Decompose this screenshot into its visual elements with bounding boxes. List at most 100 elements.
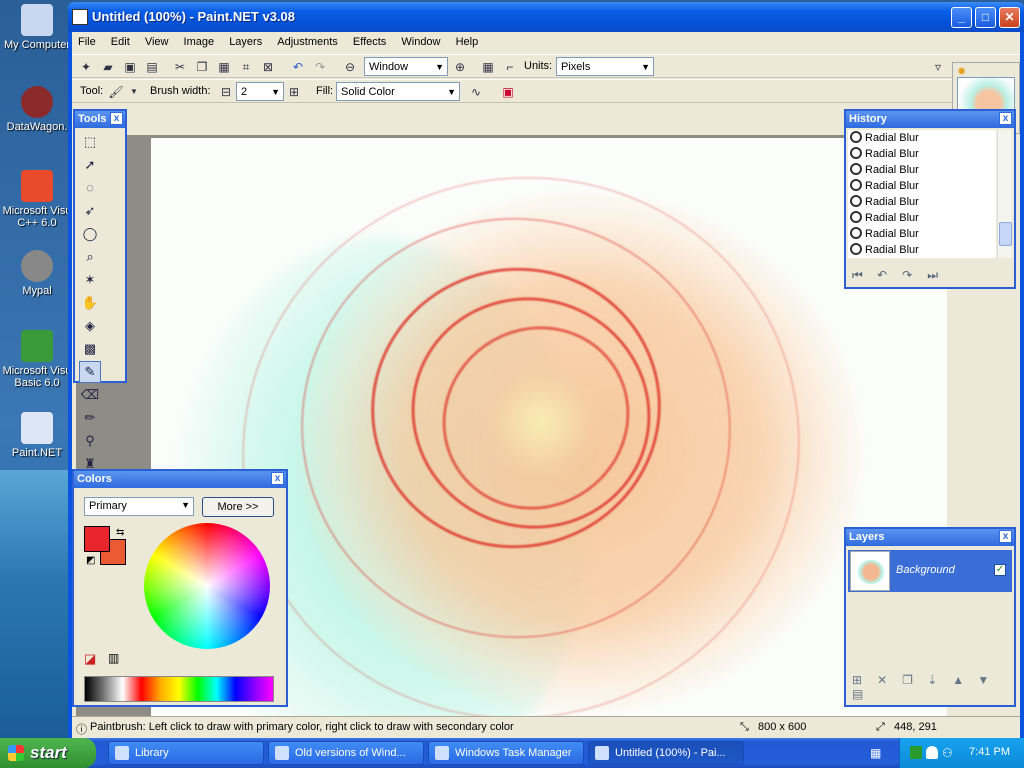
history-item[interactable]: Radial Blur [848, 146, 996, 162]
magic-wand-icon[interactable]: ✶ [79, 269, 101, 291]
close-icon[interactable]: x [110, 112, 123, 125]
desktop-icon-paintnet[interactable]: Paint.NET [2, 412, 72, 459]
move-selection-icon[interactable]: ➚ [79, 154, 101, 176]
lock-icon[interactable] [926, 746, 938, 759]
brush-width-decrease-button[interactable]: ⊟ [218, 84, 234, 100]
fill-combo[interactable]: Solid Color ▼ [336, 82, 460, 101]
scrollbar-thumb[interactable] [999, 222, 1012, 246]
ellipse-select-icon[interactable]: ◯ [79, 223, 101, 245]
color-mode-select[interactable]: Primary ▼ [84, 497, 194, 516]
brush-width-combo[interactable]: 2 ▼ [236, 82, 284, 101]
merge-layer-down-icon[interactable]: ⇣ [927, 673, 949, 687]
desktop-icon-vcpp[interactable]: Microsoft Visu C++ 6.0 [2, 170, 72, 229]
rulers-icon[interactable]: ⌐ [502, 59, 518, 75]
menu-file[interactable]: File [72, 32, 102, 52]
close-icon[interactable]: x [999, 112, 1012, 125]
crop-icon[interactable]: ⌗ [238, 59, 254, 75]
rewind-icon[interactable]: ⏮ [852, 268, 874, 283]
clock[interactable]: 7:41 PM [969, 746, 1010, 758]
swap-colors-icon[interactable]: ⇆ [116, 527, 124, 538]
menu-image[interactable]: Image [178, 32, 221, 52]
antialiasing-icon[interactable]: ∿ [468, 84, 484, 100]
print-icon[interactable]: ▤ [144, 59, 160, 75]
color-picker-icon[interactable]: ⚲ [79, 430, 101, 452]
deselect-icon[interactable]: ⊠ [260, 59, 276, 75]
title-bar[interactable]: Untitled (100%) - Paint.NET v3.08 _ □ ✕ [68, 2, 1024, 32]
taskbar-item-task-manager[interactable]: Windows Task Manager [428, 741, 584, 765]
history-item[interactable]: Radial Blur [848, 210, 996, 226]
keyboard-icon[interactable]: ▦ [870, 746, 881, 760]
add-layer-icon[interactable]: ⊞ [852, 673, 874, 687]
new-file-icon[interactable]: ✦ [78, 59, 94, 75]
colors-palette-title[interactable]: Colors x [74, 471, 286, 488]
history-item[interactable]: Radial Blur [848, 162, 996, 178]
desktop-icon-vb[interactable]: Microsoft Visu Basic 6.0 [2, 330, 72, 389]
color-palette-strip[interactable] [84, 676, 274, 702]
minimize-button[interactable]: _ [951, 7, 972, 28]
zoom-combo[interactable]: Window ▼ [364, 57, 448, 76]
layers-palette-title[interactable]: Layers x [846, 529, 1014, 546]
menu-window[interactable]: Window [395, 32, 446, 52]
undo-icon[interactable]: ↶ [290, 59, 306, 75]
cut-icon[interactable]: ✂ [172, 59, 188, 75]
desktop-icon-mypal[interactable]: Mypal [2, 250, 72, 297]
desktop-icon-my-computer[interactable]: My Computer [2, 4, 72, 51]
layer-row-background[interactable]: Background ✓ [848, 550, 1012, 592]
close-icon[interactable]: x [999, 530, 1012, 543]
paste-icon[interactable]: ▦ [216, 59, 232, 75]
menu-layers[interactable]: Layers [223, 32, 268, 52]
open-folder-icon[interactable]: ▰ [100, 59, 116, 75]
move-selected-icon[interactable]: ➶ [79, 200, 101, 222]
toolbar-overflow-icon[interactable]: ▿ [930, 59, 946, 75]
save-icon[interactable]: ▣ [122, 59, 138, 75]
primary-color-swatch[interactable] [84, 526, 110, 552]
color-wheel[interactable] [144, 523, 270, 649]
delete-layer-icon[interactable]: ✕ [877, 673, 899, 687]
move-layer-down-icon[interactable]: ▼ [977, 673, 999, 687]
taskbar-item-library[interactable]: Library [108, 741, 264, 765]
history-scrollbar[interactable] [997, 130, 1012, 258]
copy-icon[interactable]: ❐ [194, 59, 210, 75]
layer-visibility-checkbox[interactable]: ✓ [994, 564, 1006, 576]
undo-icon[interactable]: ↶ [877, 268, 899, 282]
redo-icon[interactable]: ↷ [902, 268, 924, 282]
grid-icon[interactable]: ▦ [480, 59, 496, 75]
history-item[interactable]: Radial Blur [848, 194, 996, 210]
maximize-button[interactable]: □ [975, 7, 996, 28]
chevron-down-icon[interactable]: ▼ [126, 84, 142, 100]
history-item[interactable]: Radial Blur [848, 178, 996, 194]
blend-mode-icon[interactable]: ▣ [500, 84, 516, 100]
brush-width-increase-button[interactable]: ⊞ [286, 84, 302, 100]
menu-view[interactable]: View [139, 32, 175, 52]
zoom-in-icon[interactable]: ⊕ [452, 59, 468, 75]
close-button[interactable]: ✕ [999, 7, 1020, 28]
redo-icon[interactable]: ↷ [312, 59, 328, 75]
zoom-icon[interactable]: ⌕ [79, 246, 101, 268]
rectangle-select-icon[interactable]: ⬚ [79, 131, 101, 153]
menu-help[interactable]: Help [450, 32, 485, 52]
start-button[interactable]: start [0, 738, 96, 768]
tools-palette-title[interactable]: Tools x [75, 111, 125, 128]
paintbrush-icon[interactable]: 🖌 [108, 84, 124, 100]
layer-properties-icon[interactable]: ▤ [852, 687, 874, 701]
taskbar-item-paintnet[interactable]: Untitled (100%) - Pai... [588, 741, 744, 765]
pencil-icon[interactable]: ✏ [79, 407, 101, 429]
menu-adjustments[interactable]: Adjustments [271, 32, 344, 52]
gradient-icon[interactable]: ▩ [79, 338, 101, 360]
taskbar-item-browser[interactable]: Old versions of Wind... [268, 741, 424, 765]
pan-hand-icon[interactable]: ✋ [79, 292, 101, 314]
palette-menu-icon[interactable]: ▥ [108, 651, 119, 665]
lasso-select-icon[interactable]: ◌ [79, 177, 101, 199]
more-colors-button[interactable]: More >> [202, 497, 274, 517]
menu-effects[interactable]: Effects [347, 32, 392, 52]
reset-colors-icon[interactable]: ◩ [86, 555, 95, 566]
units-combo[interactable]: Pixels ▼ [556, 57, 654, 76]
history-item[interactable]: Radial Blur [848, 242, 996, 258]
history-item[interactable]: Radial Blur [848, 226, 996, 242]
duplicate-layer-icon[interactable]: ❐ [902, 673, 924, 687]
history-palette-title[interactable]: History x [846, 111, 1014, 128]
history-item[interactable]: Radial Blur [848, 130, 996, 146]
network-icon[interactable]: ⚇ [942, 746, 954, 760]
zoom-out-icon[interactable]: ⊖ [342, 59, 358, 75]
fast-forward-icon[interactable]: ⏭ [927, 268, 949, 283]
